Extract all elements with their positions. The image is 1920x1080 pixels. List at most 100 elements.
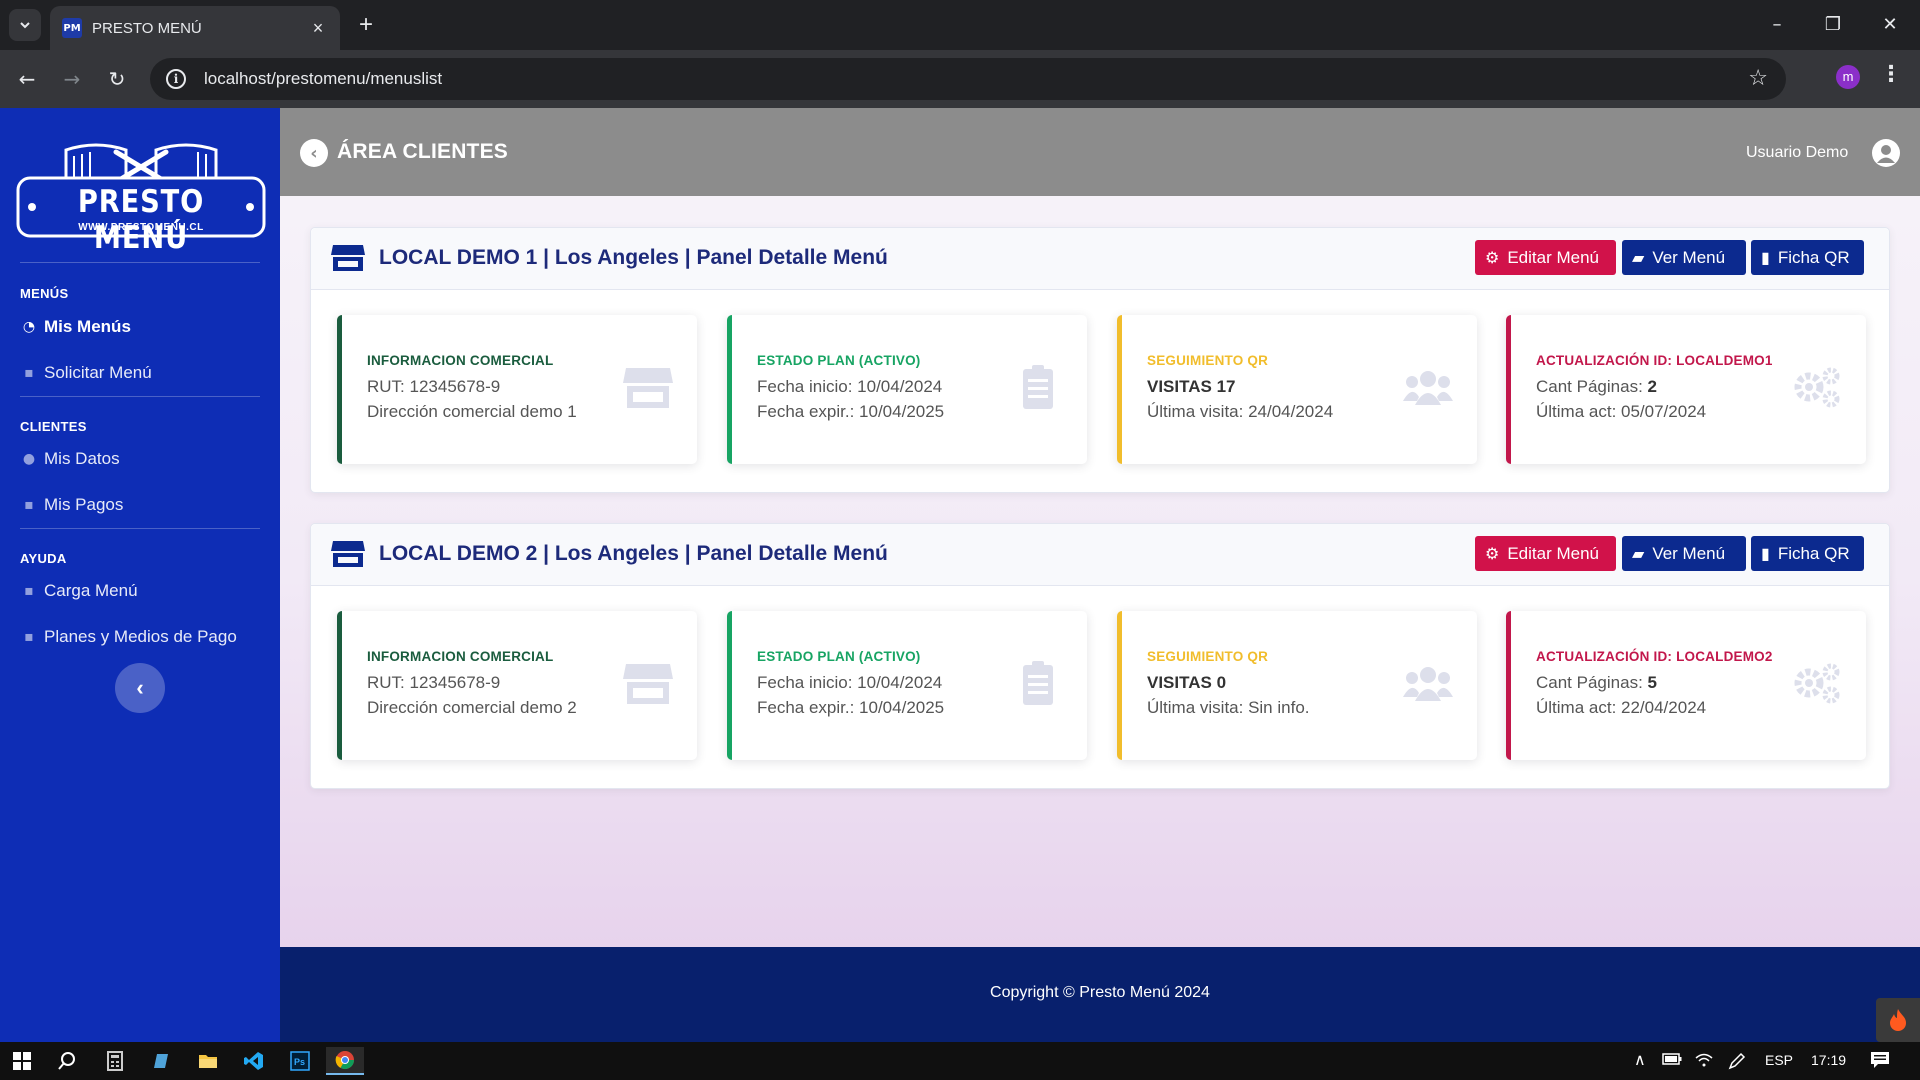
battery-icon[interactable] bbox=[1662, 1052, 1682, 1068]
sidebar-item-label: Mis Pagos bbox=[44, 495, 124, 514]
site-info-icon[interactable]: i bbox=[166, 69, 186, 89]
sidebar-divider bbox=[20, 262, 260, 263]
tab-title: PRESTO MENÚ bbox=[92, 19, 202, 37]
card-pages-value: 2 bbox=[1647, 377, 1657, 396]
sidebar-collapse-button[interactable]: ‹ bbox=[115, 663, 165, 713]
card-expiry-date: Fecha expir.: 10/04/2025 bbox=[757, 698, 945, 717]
folder-open-icon: ▰ bbox=[1632, 544, 1645, 563]
flame-icon[interactable] bbox=[1876, 998, 1920, 1042]
button-label: Editar Menú bbox=[1507, 247, 1600, 267]
sidebar-item-mis-menus[interactable]: ◔ Mis Menús bbox=[20, 314, 131, 340]
restore-icon[interactable]: ❐ bbox=[1813, 10, 1853, 40]
card-label: INFORMACION COMERCIAL bbox=[367, 353, 554, 368]
tab-search-button[interactable] bbox=[9, 9, 41, 41]
search-icon[interactable] bbox=[48, 1047, 86, 1075]
sidebar-item-carga-menu[interactable]: ▪ Carga Menú bbox=[20, 578, 137, 604]
logo-title: PRESTO MENÚ bbox=[77, 184, 205, 256]
sidebar-divider bbox=[20, 396, 260, 397]
panel-header: LOCAL DEMO 1 | Los Angeles | Panel Detal… bbox=[311, 228, 1889, 290]
info-card-update: ACTUALIZACIÓN ID: LOCALDEMO1 Cant Página… bbox=[1506, 315, 1866, 464]
qr-sheet-button[interactable]: ▮ Ficha QR bbox=[1751, 240, 1864, 275]
profile-avatar[interactable]: m bbox=[1836, 65, 1860, 89]
card-rut: RUT: 12345678-9 bbox=[367, 673, 501, 692]
clipboard-icon: ▪ bbox=[24, 629, 34, 645]
url-text[interactable]: localhost/prestomenu/menuslist bbox=[204, 69, 442, 89]
presto-menu-logo[interactable]: PRESTO MENÚ WWW.PRESTOMENU.CL bbox=[16, 130, 266, 256]
user-icon: ● bbox=[22, 451, 36, 467]
card-start-date: Fecha inicio: 10/04/2024 bbox=[757, 673, 943, 692]
new-tab-button[interactable]: + bbox=[353, 12, 379, 38]
card-pages-label: Cant Páginas: bbox=[1536, 673, 1648, 692]
browser-menu-icon[interactable]: ⋮ bbox=[1880, 62, 1902, 87]
card-address: Dirección comercial demo 1 bbox=[367, 402, 577, 421]
clock[interactable]: 17:19 bbox=[1811, 1052, 1846, 1068]
vscode-icon[interactable] bbox=[235, 1047, 273, 1075]
view-menu-button[interactable]: ▰ Ver Menú bbox=[1622, 240, 1746, 275]
browser-tab[interactable]: PM PRESTO MENÚ × bbox=[50, 6, 340, 50]
footer: Copyright © Presto Menú 2024 bbox=[280, 947, 1920, 1042]
address-bar[interactable]: i localhost/prestomenu/menuslist ☆ bbox=[150, 58, 1786, 100]
forward-arrow-icon[interactable]: → bbox=[56, 63, 88, 95]
clipboard-icon: ▪ bbox=[24, 583, 34, 599]
sidebar-item-label: Solicitar Menú bbox=[44, 363, 152, 382]
back-circle-icon[interactable]: ‹ bbox=[300, 139, 328, 167]
view-menu-button[interactable]: ▰ Ver Menú bbox=[1622, 536, 1746, 571]
sidebar-item-label: Mis Menús bbox=[44, 317, 131, 336]
back-arrow-icon[interactable]: ← bbox=[11, 63, 43, 95]
sidebar-item-mis-pagos[interactable]: ▪ Mis Pagos bbox=[20, 492, 123, 518]
sidebar-item-label: Mis Datos bbox=[44, 449, 120, 468]
panel-title: LOCAL DEMO 1 | Los Angeles | Panel Detal… bbox=[379, 246, 888, 269]
user-name[interactable]: Usuario Demo bbox=[1746, 144, 1848, 162]
sidebar-item-solicitar-menu[interactable]: ▪ Solicitar Menú bbox=[20, 360, 152, 386]
sidebar: PRESTO MENÚ WWW.PRESTOMENU.CL MENÚS ◔ Mi… bbox=[0, 108, 280, 1042]
qr-sheet-button[interactable]: ▮ Ficha QR bbox=[1751, 536, 1864, 571]
dashboard-icon: ◔ bbox=[22, 319, 36, 335]
browser-tab-bar: PM PRESTO MENÚ × + – ❐ ✕ bbox=[0, 0, 1920, 50]
reload-icon[interactable]: ↻ bbox=[101, 63, 133, 95]
card-label: ACTUALIZACIÓN ID: LOCALDEMO1 bbox=[1536, 353, 1773, 368]
card-label: ACTUALIZACIÓN ID: LOCALDEMO2 bbox=[1536, 649, 1773, 664]
gear-icon: ⚙ bbox=[1485, 248, 1500, 267]
button-label: Editar Menú bbox=[1507, 543, 1600, 563]
info-card-comercial: INFORMACION COMERCIAL RUT: 12345678-9 Di… bbox=[337, 611, 697, 760]
sidebar-item-mis-datos[interactable]: ● Mis Datos bbox=[20, 446, 120, 472]
wifi-icon[interactable] bbox=[1695, 1052, 1713, 1071]
sidebar-item-planes[interactable]: ▪ Planes y Medios de Pago bbox=[20, 624, 237, 650]
bookmark-star-icon[interactable]: ☆ bbox=[1748, 66, 1768, 91]
clipboard-list-icon bbox=[1023, 661, 1053, 705]
minimize-icon[interactable]: – bbox=[1757, 10, 1797, 40]
close-window-icon[interactable]: ✕ bbox=[1870, 10, 1910, 40]
language-indicator[interactable]: ESP bbox=[1765, 1052, 1793, 1068]
card-rut: RUT: 12345678-9 bbox=[367, 377, 501, 396]
chrome-icon[interactable] bbox=[326, 1047, 364, 1075]
card-visits: VISITAS 0 bbox=[1147, 673, 1227, 692]
store-icon bbox=[331, 245, 365, 271]
card-label: INFORMACION COMERCIAL bbox=[367, 649, 554, 664]
edit-menu-button[interactable]: ⚙ Editar Menú bbox=[1475, 536, 1616, 571]
card-pages: Cant Páginas: 2 bbox=[1536, 377, 1657, 397]
info-card-comercial: INFORMACION COMERCIAL RUT: 12345678-9 Di… bbox=[337, 315, 697, 464]
card-label: ESTADO PLAN (ACTIVO) bbox=[757, 649, 921, 664]
tray-chevron-up-icon[interactable]: ∧ bbox=[1634, 1050, 1646, 1069]
card-expiry-date: Fecha expir.: 10/04/2025 bbox=[757, 402, 945, 421]
notepad-icon[interactable] bbox=[142, 1047, 180, 1075]
notifications-icon[interactable] bbox=[1870, 1051, 1890, 1072]
photoshop-icon[interactable]: Ps bbox=[281, 1047, 319, 1075]
card-pages-label: Cant Páginas: bbox=[1536, 377, 1648, 396]
card-pages-value: 5 bbox=[1647, 673, 1657, 692]
windows-start-icon[interactable] bbox=[3, 1047, 41, 1075]
calculator-icon[interactable] bbox=[96, 1047, 134, 1075]
pen-icon[interactable] bbox=[1728, 1052, 1746, 1073]
card-label: SEGUIMIENTO QR bbox=[1147, 649, 1269, 664]
card-address: Dirección comercial demo 2 bbox=[367, 698, 577, 717]
os-taskbar: Ps ∧ ESP 17:19 bbox=[0, 1042, 1920, 1080]
user-avatar-icon[interactable] bbox=[1872, 139, 1900, 167]
close-tab-icon[interactable]: × bbox=[308, 18, 328, 39]
local-panel: LOCAL DEMO 2 | Los Angeles | Panel Detal… bbox=[310, 523, 1890, 789]
sidebar-divider bbox=[20, 528, 260, 529]
edit-menu-button[interactable]: ⚙ Editar Menú bbox=[1475, 240, 1616, 275]
button-label: Ficha QR bbox=[1777, 543, 1850, 563]
card-last-visit: Última visita: Sin info. bbox=[1147, 698, 1310, 717]
file-explorer-icon[interactable] bbox=[189, 1047, 227, 1075]
panel-title: LOCAL DEMO 2 | Los Angeles | Panel Detal… bbox=[379, 542, 888, 565]
